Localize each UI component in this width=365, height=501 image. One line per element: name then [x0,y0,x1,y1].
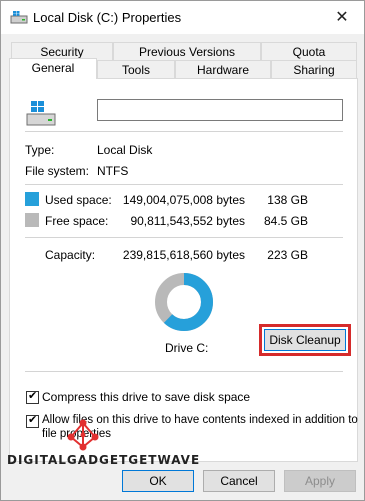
ok-button[interactable]: OK [122,470,194,492]
drive-name-input[interactable] [97,99,343,121]
cancel-button[interactable]: Cancel [203,470,275,492]
close-icon: ✕ [335,9,349,26]
used-space-bytes: 149,004,075,008 bytes [122,193,245,207]
separator [25,371,343,372]
tab-sharing[interactable]: Sharing [271,60,357,79]
disk-cleanup-button[interactable]: Disk Cleanup [264,329,346,351]
free-space-bytes: 90,811,543,552 bytes [130,214,245,228]
tab-hardware[interactable]: Hardware [175,60,271,79]
apply-button[interactable]: Apply [284,470,356,492]
file-system-value: NTFS [97,164,129,178]
disk-usage-donut [155,273,213,331]
window-title: Local Disk (C:) Properties [33,10,182,25]
tab-previous-versions[interactable]: Previous Versions [113,42,261,61]
drive-label: Drive C: [165,341,209,355]
separator [25,184,343,185]
tab-quota[interactable]: Quota [261,42,357,61]
compress-label: Compress this drive to save disk space [42,390,251,404]
index-checkbox[interactable]: ✔ [26,414,39,428]
watermark-text: DIGITALGADGETGETWAVE [7,453,201,467]
watermark-logo [67,419,99,451]
used-space-gb: 138 GB [267,193,308,207]
drive-icon [10,11,28,24]
used-space-swatch [25,192,39,206]
file-system-label: File system: [25,164,90,178]
title-bar: Local Disk (C:) Properties ✕ [1,1,364,34]
close-button[interactable]: ✕ [320,1,364,34]
properties-window: Local Disk (C:) Properties ✕ Security Pr… [0,0,365,501]
checkmark-icon: ✔ [28,390,38,402]
general-panel: Type: Local Disk File system: NTFS Used … [9,78,358,462]
capacity-gb: 223 GB [267,248,308,262]
tab-tools[interactable]: Tools [97,60,175,79]
free-space-swatch [25,213,39,227]
checkmark-icon: ✔ [28,414,38,426]
windows-drive-icon [26,101,56,126]
separator [25,131,343,132]
separator [25,237,343,238]
type-value: Local Disk [97,143,153,157]
compress-checkbox[interactable]: ✔ [26,390,39,404]
free-space-gb: 84.5 GB [263,214,308,228]
tab-general[interactable]: General [9,58,97,79]
capacity-bytes: 239,815,618,560 bytes [122,248,245,262]
type-label: Type: [25,143,55,157]
